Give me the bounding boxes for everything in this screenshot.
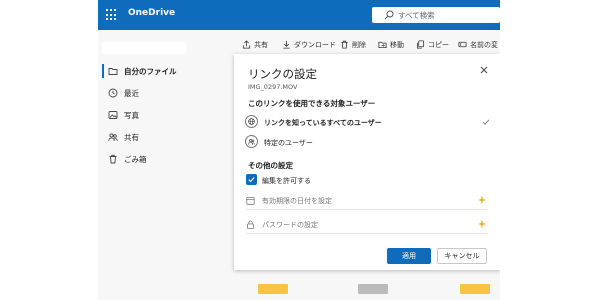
trash-icon [109, 154, 117, 164]
sidebar-item-label: 最近 [124, 89, 139, 98]
allow-edit-label: 編集を許可する [262, 177, 311, 185]
allow-edit-checkbox[interactable] [246, 174, 257, 185]
search-box[interactable]: すべて検索 [372, 7, 500, 23]
people-icon [245, 135, 258, 148]
active-indicator [102, 64, 104, 78]
rename-label: 名前の変 [470, 41, 498, 49]
panel-title: リンクの設定 [248, 67, 317, 81]
sidebar-item-shared[interactable]: 共有 [98, 128, 234, 146]
option-label: リンクを知っているすべてのユーザー [264, 119, 382, 127]
sidebar-item-label: 自分のファイル [124, 67, 177, 76]
lock-icon [247, 220, 254, 229]
checkmark-icon [482, 119, 490, 125]
file-thumbnail[interactable] [358, 284, 388, 294]
top-bar: OneDrive すべて検索 [98, 0, 500, 30]
sidebar-item-photos[interactable]: 写真 [98, 106, 234, 124]
photo-icon [108, 111, 118, 119]
folder-icon [108, 68, 118, 75]
globe-icon [245, 115, 258, 128]
download-icon [283, 40, 290, 49]
app-name[interactable]: OneDrive [128, 8, 175, 18]
file-name: IMG_0297.MOV [248, 83, 298, 91]
delete-label: 削除 [352, 41, 366, 49]
option-label: 特定のユーザー [264, 139, 313, 147]
clock-icon [108, 88, 118, 98]
move-label: 移動 [390, 41, 404, 49]
premium-sparkle-icon [478, 196, 486, 204]
move-icon [378, 41, 387, 49]
link-settings-panel: リンクの設定 IMG_0297.MOV このリンクを使用できる対象ユーザー リン… [234, 54, 500, 270]
sidebar-item-recycle-bin[interactable]: ごみ箱 [98, 150, 234, 168]
sidebar-item-label: ごみ箱 [124, 155, 147, 164]
share-icon [242, 40, 251, 49]
close-icon[interactable] [478, 64, 490, 76]
search-icon [384, 10, 394, 20]
file-thumbnail[interactable] [460, 284, 490, 294]
audience-heading: このリンクを使用できる対象ユーザー [248, 99, 376, 108]
calendar-icon [246, 197, 255, 205]
apply-button[interactable]: 適用 [387, 248, 431, 264]
expiry-label: 有効期限の日付を設定 [262, 197, 332, 205]
cancel-button[interactable]: キャンセル [437, 248, 487, 264]
premium-sparkle-icon [478, 220, 486, 228]
option-anyone-with-link[interactable]: リンクを知っているすべてのユーザー [244, 114, 492, 130]
user-name-field [102, 42, 186, 54]
people-icon [108, 133, 118, 142]
command-bar: 共有 ダウンロード 削除 移動 コピー 名前の変 [236, 36, 500, 54]
search-placeholder: すべて検索 [398, 11, 435, 20]
download-label: ダウンロード [294, 41, 336, 49]
rename-icon [458, 41, 467, 48]
copy-icon [416, 40, 425, 49]
sidebar-item-label: 写真 [124, 111, 139, 120]
expiry-date-row[interactable]: 有効期限の日付を設定 [246, 193, 488, 210]
sidebar-item-my-files[interactable]: 自分のファイル [98, 62, 234, 80]
delete-icon [341, 40, 348, 49]
app-launcher-icon[interactable] [106, 9, 118, 21]
onedrive-window: OneDrive すべて検索 自分のファイル 最近 写真 共有 ごみ箱 共有 ダ… [98, 0, 500, 300]
sidebar-item-label: 共有 [124, 133, 139, 142]
password-label: パスワードの設定 [262, 221, 318, 229]
file-thumbnail[interactable] [258, 284, 288, 294]
share-label: 共有 [254, 41, 268, 49]
sidebar-item-recent[interactable]: 最近 [98, 84, 234, 102]
password-row[interactable]: パスワードの設定 [246, 217, 488, 234]
other-settings-heading: その他の設定 [248, 161, 293, 170]
copy-label: コピー [428, 41, 449, 49]
sidebar: 自分のファイル 最近 写真 共有 ごみ箱 [98, 30, 234, 300]
check-icon [248, 177, 255, 183]
option-specific-people[interactable]: 特定のユーザー [244, 134, 492, 150]
